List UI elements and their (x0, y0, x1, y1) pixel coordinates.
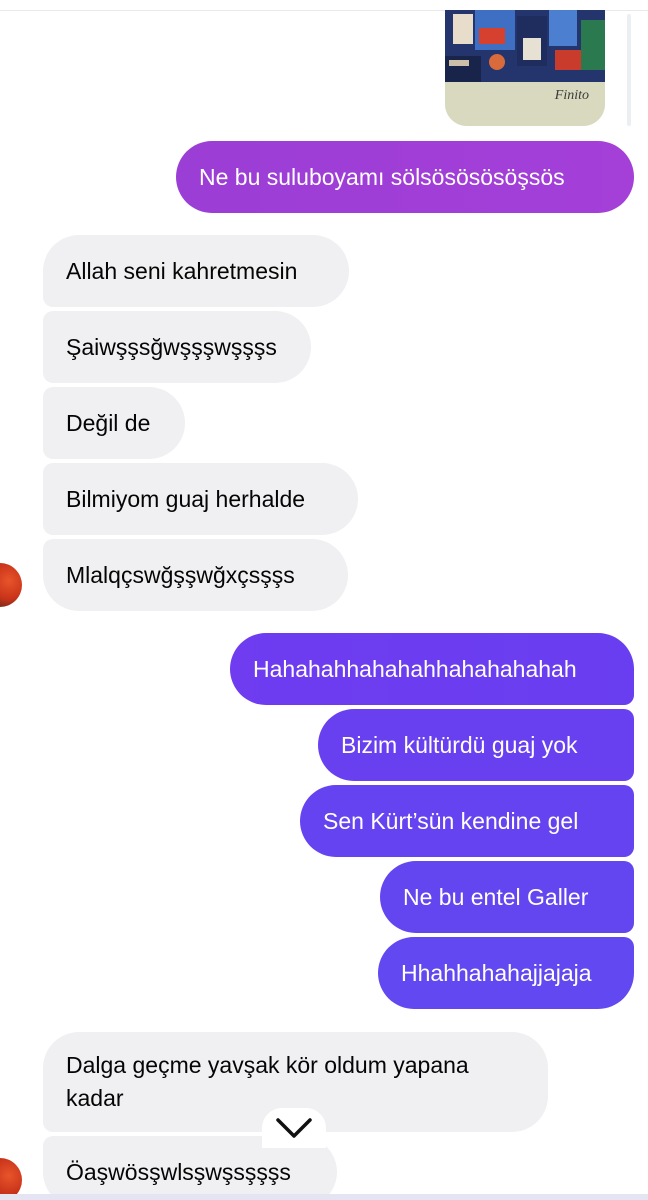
sent-message-bubble[interactable]: Ne bu entel Galler (380, 861, 634, 933)
received-message-bubble[interactable]: Bilmiyom guaj herhalde (43, 463, 358, 535)
received-message-bubble[interactable]: Değil de (43, 387, 185, 459)
message-text: Allah seni kahretmesin (66, 258, 298, 284)
painting-illustration (445, 10, 605, 82)
painting-image (445, 10, 605, 82)
scrollbar[interactable] (627, 14, 631, 126)
received-message-bubble[interactable]: Allah seni kahretmesin (43, 235, 349, 307)
message-text: Şaiwşşsğwşşşwşşşs (66, 334, 277, 360)
scroll-to-bottom-button[interactable] (262, 1108, 326, 1148)
composer-edge (0, 1194, 648, 1200)
photo-caption: Finito (554, 88, 589, 103)
message-text: Hhahhahahajjajaja (401, 960, 592, 986)
sent-message-bubble[interactable]: Hhahhahahajjajaja (378, 937, 634, 1009)
message-text: Ne bu suluboyamı sölsösösösöşsös (199, 164, 565, 190)
received-message-bubble[interactable]: Mlalqçswğşşwğxçsşşs (43, 539, 348, 611)
message-text: Değil de (66, 410, 151, 436)
contact-avatar[interactable] (0, 563, 22, 607)
sent-message-bubble[interactable]: Sen Kürt’sün kendine gel (300, 785, 634, 857)
chevron-down-icon (276, 1118, 312, 1138)
sent-message-bubble[interactable]: Ne bu suluboyamı sölsösösösöşsös (176, 141, 634, 213)
message-text: Ne bu entel Galler (403, 884, 589, 910)
sent-message-bubble[interactable]: Hahahahhahahahhahahahahah (230, 633, 634, 705)
sent-message-bubble[interactable]: Bizim kültürdü guaj yok (318, 709, 634, 781)
message-text: Hahahahhahahahhahahahahah (253, 656, 577, 682)
photo-attachment[interactable]: Finito (445, 10, 605, 126)
message-text: Bilmiyom guaj herhalde (66, 486, 306, 512)
message-text: Bizim kültürdü guaj yok (341, 732, 578, 758)
message-text: Öaşwösşwlsşwşsşşşs (66, 1159, 291, 1185)
message-text: Mlalqçswğşşwğxçsşşs (66, 562, 295, 588)
received-message-bubble[interactable]: Şaiwşşsğwşşşwşşşs (43, 311, 311, 383)
message-text: Dalga geçme yavşak kör oldum yapana kada… (66, 1052, 469, 1111)
message-text: Sen Kürt’sün kendine gel (323, 808, 579, 834)
